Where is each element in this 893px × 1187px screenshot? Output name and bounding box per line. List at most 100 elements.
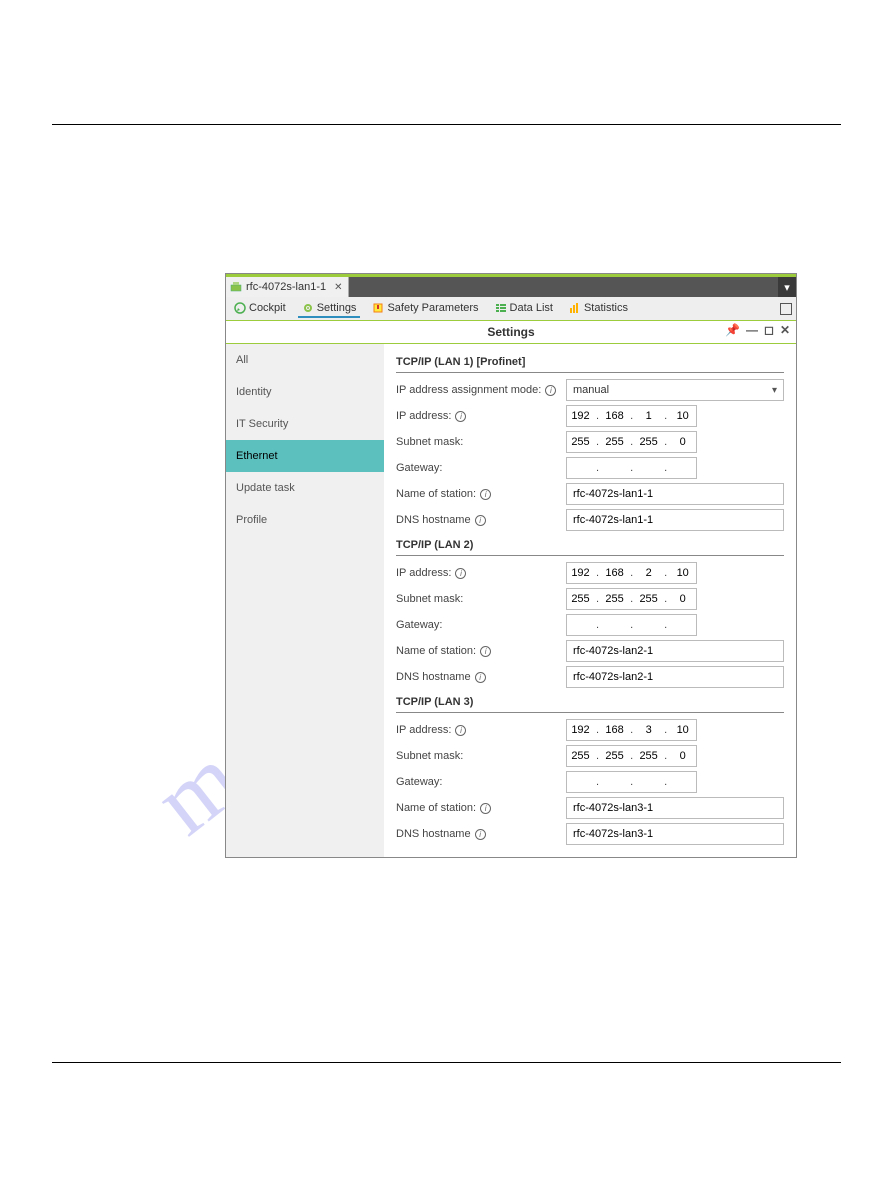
dns-input-lan1[interactable] — [566, 509, 784, 531]
sidebar-item-identity[interactable]: Identity — [226, 376, 384, 408]
minimize-icon[interactable]: — — [746, 323, 758, 337]
expand-icon[interactable] — [780, 303, 792, 315]
tabbar: rfc-4072s-lan1-1 ✕ ▾ — [226, 277, 796, 297]
label-station: Name of station: — [396, 802, 476, 814]
label-dns: DNS hostname — [396, 514, 471, 526]
ip-octet[interactable] — [635, 772, 662, 792]
station-input-lan1[interactable] — [566, 483, 784, 505]
ip-octet[interactable] — [669, 563, 696, 583]
page-divider-top — [52, 124, 841, 125]
ip-octet[interactable] — [635, 589, 662, 609]
ip-octet[interactable] — [635, 563, 662, 583]
toolbar-statistics[interactable]: Statistics — [565, 300, 632, 318]
label-gateway: Gateway: — [396, 462, 442, 474]
ip-octet[interactable] — [601, 589, 628, 609]
info-icon[interactable] — [475, 829, 486, 840]
tabbar-dropdown[interactable]: ▾ — [778, 277, 796, 297]
info-icon[interactable] — [475, 672, 486, 683]
sidebar-item-update-task[interactable]: Update task — [226, 472, 384, 504]
section-title-lan3: TCP/IP (LAN 3) — [396, 692, 784, 713]
info-icon[interactable] — [455, 411, 466, 422]
dns-input-lan2[interactable] — [566, 666, 784, 688]
toolbar-settings[interactable]: Settings — [298, 300, 361, 318]
ip-octet[interactable] — [635, 406, 662, 426]
info-icon[interactable] — [545, 385, 556, 396]
ip-octet[interactable] — [669, 772, 696, 792]
device-icon — [230, 281, 242, 293]
station-input-lan3[interactable] — [566, 797, 784, 819]
toolbar-label: Statistics — [584, 302, 628, 314]
gateway-input-lan2: . . . — [566, 614, 697, 636]
ip-octet[interactable] — [669, 432, 696, 452]
ip-octet[interactable] — [601, 563, 628, 583]
page-divider-bottom — [52, 1062, 841, 1063]
toolbar-safety[interactable]: Safety Parameters — [368, 300, 482, 318]
ip-octet[interactable] — [669, 746, 696, 766]
ip-octet[interactable] — [567, 615, 594, 635]
ip-octet[interactable] — [601, 772, 628, 792]
label-station: Name of station: — [396, 488, 476, 500]
gateway-input-lan3: . . . — [566, 771, 697, 793]
datalist-icon — [495, 302, 507, 314]
info-icon[interactable] — [455, 568, 466, 579]
ip-octet[interactable] — [669, 720, 696, 740]
label-ip: IP address: — [396, 567, 451, 579]
ip-octet[interactable] — [669, 406, 696, 426]
ip-octet[interactable] — [601, 746, 628, 766]
sidebar-item-profile[interactable]: Profile — [226, 504, 384, 536]
cockpit-icon — [234, 302, 246, 314]
ip-octet[interactable] — [567, 772, 594, 792]
mode-select[interactable]: manual ▾ — [566, 379, 784, 401]
mode-value: manual — [573, 384, 609, 396]
close-panel-icon[interactable]: ✕ — [780, 323, 790, 337]
subnet-input-lan2: . . . — [566, 588, 697, 610]
toolbar-datalist[interactable]: Data List — [491, 300, 557, 318]
ip-octet[interactable] — [601, 615, 628, 635]
maximize-icon[interactable]: ◻ — [764, 323, 774, 337]
station-input-lan2[interactable] — [566, 640, 784, 662]
dns-input-lan3[interactable] — [566, 823, 784, 845]
ip-input-lan1: . . . — [566, 405, 697, 427]
ip-octet[interactable] — [635, 615, 662, 635]
info-icon[interactable] — [475, 515, 486, 526]
statistics-icon — [569, 302, 581, 314]
ip-octet[interactable] — [601, 432, 628, 452]
ip-octet[interactable] — [669, 615, 696, 635]
ip-octet[interactable] — [669, 589, 696, 609]
ip-octet[interactable] — [567, 406, 594, 426]
tab-device[interactable]: rfc-4072s-lan1-1 ✕ — [226, 277, 349, 297]
app-window: rfc-4072s-lan1-1 ✕ ▾ Cockpit Settings Sa… — [226, 274, 796, 857]
ip-octet[interactable] — [601, 720, 628, 740]
ip-octet[interactable] — [567, 563, 594, 583]
sidebar-item-it-security[interactable]: IT Security — [226, 408, 384, 440]
info-icon[interactable] — [455, 725, 466, 736]
close-icon[interactable]: ✕ — [334, 282, 342, 293]
ip-octet[interactable] — [567, 746, 594, 766]
ip-octet[interactable] — [635, 432, 662, 452]
ip-octet[interactable] — [669, 458, 696, 478]
sidebar-item-all[interactable]: All — [226, 344, 384, 376]
subnet-input-lan1: . . . — [566, 431, 697, 453]
info-icon[interactable] — [480, 489, 491, 500]
label-gateway: Gateway: — [396, 776, 442, 788]
ip-octet[interactable] — [567, 458, 594, 478]
toolbar-cockpit[interactable]: Cockpit — [230, 300, 290, 318]
tab-title: rfc-4072s-lan1-1 — [246, 281, 326, 293]
ip-octet[interactable] — [601, 406, 628, 426]
sidebar-item-ethernet[interactable]: Ethernet — [226, 440, 384, 472]
info-icon[interactable] — [480, 646, 491, 657]
ip-octet[interactable] — [635, 720, 662, 740]
ip-octet[interactable] — [567, 432, 594, 452]
label-dns: DNS hostname — [396, 828, 471, 840]
ip-octet[interactable] — [567, 589, 594, 609]
section-title-lan1: TCP/IP (LAN 1) [Profinet] — [396, 352, 784, 373]
ip-octet[interactable] — [635, 746, 662, 766]
ip-octet[interactable] — [567, 720, 594, 740]
pin-icon[interactable]: 📌 — [725, 323, 740, 337]
ip-octet[interactable] — [635, 458, 662, 478]
ip-octet[interactable] — [601, 458, 628, 478]
info-icon[interactable] — [480, 803, 491, 814]
label-subnet: Subnet mask: — [396, 436, 463, 448]
ip-input-lan2: . . . — [566, 562, 697, 584]
panel-header: Settings 📌 — ◻ ✕ — [226, 321, 796, 344]
